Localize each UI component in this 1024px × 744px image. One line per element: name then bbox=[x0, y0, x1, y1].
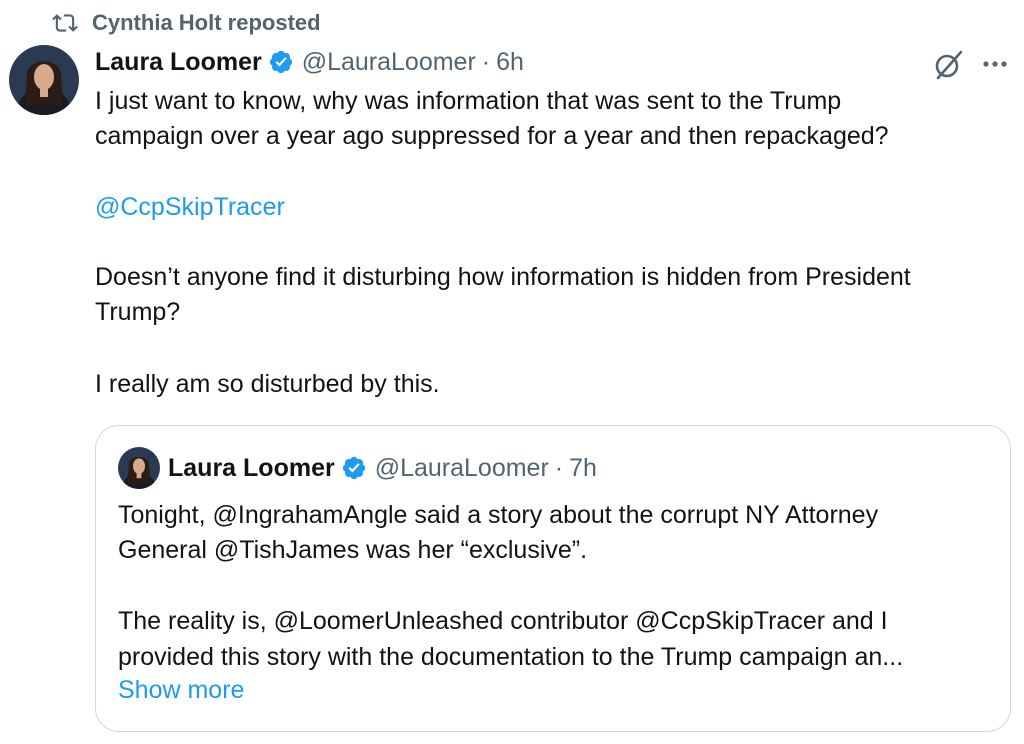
author-handle[interactable]: @LauraLoomer bbox=[302, 48, 476, 77]
more-options-icon[interactable] bbox=[978, 50, 1012, 78]
repost-icon bbox=[52, 14, 78, 32]
quoted-author-handle[interactable]: @LauraLoomer bbox=[375, 454, 549, 483]
verified-badge-icon[interactable] bbox=[268, 49, 294, 75]
avatar-image bbox=[9, 45, 79, 115]
avatar[interactable] bbox=[9, 45, 79, 115]
separator-dot: · bbox=[481, 47, 491, 76]
timestamp[interactable]: 6h bbox=[496, 48, 524, 77]
quoted-avatar-image bbox=[118, 447, 160, 489]
tweet-header: Laura Loomer @LauraLoomer · 6h bbox=[95, 44, 524, 80]
mention-link[interactable]: @CcpSkipTracer bbox=[95, 190, 285, 225]
tweet-text-line: Trump? bbox=[95, 298, 181, 326]
quoted-text-line: The reality is, @LoomerUnleashed contrib… bbox=[118, 607, 888, 635]
quoted-timestamp[interactable]: 7h bbox=[569, 454, 597, 483]
quoted-text-line: Tonight, @IngrahamAngle said a story abo… bbox=[118, 501, 879, 529]
author-name[interactable]: Laura Loomer bbox=[95, 48, 262, 77]
tweet-text-line: Doesn’t anyone find it disturbing how in… bbox=[95, 263, 911, 291]
tweet-text-line: campaign over a year ago suppressed for … bbox=[95, 122, 889, 150]
repost-label: Cynthia Holt reposted bbox=[92, 10, 321, 35]
separator-dot: · bbox=[554, 453, 564, 482]
quoted-tweet-header: Laura Loomer @LauraLoomer · 7h bbox=[168, 451, 597, 485]
tweet-text-line: I really am so disturbed by this. bbox=[95, 370, 440, 398]
quoted-avatar[interactable] bbox=[118, 447, 160, 489]
quoted-author-name[interactable]: Laura Loomer bbox=[168, 454, 335, 483]
show-more-link[interactable]: Show more bbox=[118, 676, 244, 705]
verified-badge-icon[interactable] bbox=[341, 455, 367, 481]
repost-indicator[interactable]: Cynthia Holt reposted bbox=[52, 8, 321, 38]
tweet-text-line: I just want to know, why was information… bbox=[95, 87, 842, 115]
quoted-text-line: General @TishJames was her “exclusive”. bbox=[118, 536, 588, 564]
grok-icon[interactable] bbox=[932, 48, 966, 82]
quoted-text-line: provided this story with the documentati… bbox=[118, 643, 904, 671]
